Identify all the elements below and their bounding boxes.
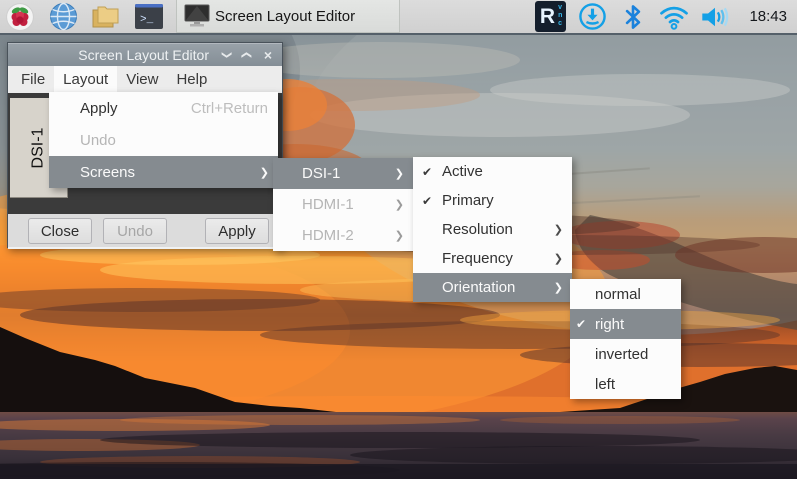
orientation-submenu: normal ✔ right inverted left xyxy=(570,279,681,399)
close-button[interactable]: Close xyxy=(28,218,92,244)
window-menu-button[interactable]: ❯ xyxy=(220,49,232,60)
terminal-icon[interactable]: >_ xyxy=(134,2,164,32)
close-icon: × xyxy=(264,47,272,63)
submenu-arrow-icon: ❯ xyxy=(554,252,572,265)
screen-block-label: DSI-1 xyxy=(30,127,48,168)
volume-tray-icon[interactable] xyxy=(700,2,730,32)
window-buttonbar: Close Undo Apply xyxy=(8,214,282,249)
desktop: >_ Screen Layout Editor R vnc xyxy=(0,0,797,479)
window-close-button[interactable]: × xyxy=(262,48,274,62)
submenu-arrow-icon: ❯ xyxy=(395,198,413,211)
undo-button[interactable]: Undo xyxy=(103,218,167,244)
menu-item-undo[interactable]: Undo xyxy=(49,124,278,156)
chevron-up-icon: ❯ xyxy=(242,51,252,59)
vnc-tray-icon[interactable]: R vnc xyxy=(535,1,566,32)
layout-menu: Apply Ctrl+Return Undo Screens ❯ xyxy=(49,92,278,188)
taskbar-window-label: Screen Layout Editor xyxy=(215,8,355,25)
menu-item-inverted[interactable]: inverted xyxy=(570,339,681,369)
dsi1-submenu: ✔ Active ✔ Primary Resolution ❯ Frequenc… xyxy=(413,157,572,302)
updater-tray-icon[interactable] xyxy=(577,2,607,32)
menu-item-right[interactable]: ✔ right xyxy=(570,309,681,339)
submenu-arrow-icon: ❯ xyxy=(554,223,572,236)
screens-submenu: DSI-1 ❯ HDMI-1 ❯ HDMI-2 ❯ xyxy=(273,158,413,251)
menu-item-hdmi2[interactable]: HDMI-2 ❯ xyxy=(273,220,413,251)
window-title: Screen Layout Editor xyxy=(78,47,209,63)
browser-globe-icon[interactable] xyxy=(48,2,78,32)
menu-item-orientation[interactable]: Orientation ❯ xyxy=(413,273,572,302)
menu-item-frequency[interactable]: Frequency ❯ xyxy=(413,244,572,273)
shortcut-label: Ctrl+Return xyxy=(191,100,278,117)
menu-item-primary[interactable]: ✔ Primary xyxy=(413,186,572,215)
file-manager-icon[interactable] xyxy=(91,2,121,32)
chevron-down-icon: ❯ xyxy=(221,51,231,59)
window-titlebar[interactable]: Screen Layout Editor ❯ ❯ × xyxy=(8,43,282,66)
apply-button[interactable]: Apply xyxy=(205,218,269,244)
taskbar: >_ Screen Layout Editor R vnc xyxy=(0,0,797,35)
menu-item-dsi1[interactable]: DSI-1 ❯ xyxy=(273,158,413,189)
menubar: File Layout View Help xyxy=(8,66,282,93)
menubar-item-help[interactable]: Help xyxy=(167,66,216,93)
taskbar-clock[interactable]: 18:43 xyxy=(741,8,787,25)
submenu-arrow-icon: ❯ xyxy=(395,167,413,180)
checkmark-icon: ✔ xyxy=(570,317,595,331)
bluetooth-tray-icon[interactable] xyxy=(618,2,648,32)
menu-item-screens[interactable]: Screens ❯ xyxy=(49,156,278,188)
checkmark-icon: ✔ xyxy=(413,194,442,208)
menubar-item-file[interactable]: File xyxy=(12,66,54,93)
taskbar-window-button[interactable]: Screen Layout Editor xyxy=(176,0,400,33)
menu-item-resolution[interactable]: Resolution ❯ xyxy=(413,215,572,244)
wifi-tray-icon[interactable] xyxy=(659,2,689,32)
menubar-item-layout[interactable]: Layout xyxy=(54,66,117,93)
svg-text:>_: >_ xyxy=(140,14,154,26)
menubar-item-view[interactable]: View xyxy=(117,66,167,93)
menu-item-active[interactable]: ✔ Active xyxy=(413,157,572,186)
menu-item-apply[interactable]: Apply Ctrl+Return xyxy=(49,92,278,124)
raspberry-menu-icon[interactable] xyxy=(5,2,35,32)
menu-item-hdmi1[interactable]: HDMI-1 ❯ xyxy=(273,189,413,220)
menu-item-normal[interactable]: normal xyxy=(570,279,681,309)
checkmark-icon: ✔ xyxy=(413,165,442,179)
monitor-icon xyxy=(183,3,211,29)
window-shade-button[interactable]: ❯ xyxy=(241,49,253,60)
menu-item-left[interactable]: left xyxy=(570,369,681,399)
submenu-arrow-icon: ❯ xyxy=(395,229,413,242)
